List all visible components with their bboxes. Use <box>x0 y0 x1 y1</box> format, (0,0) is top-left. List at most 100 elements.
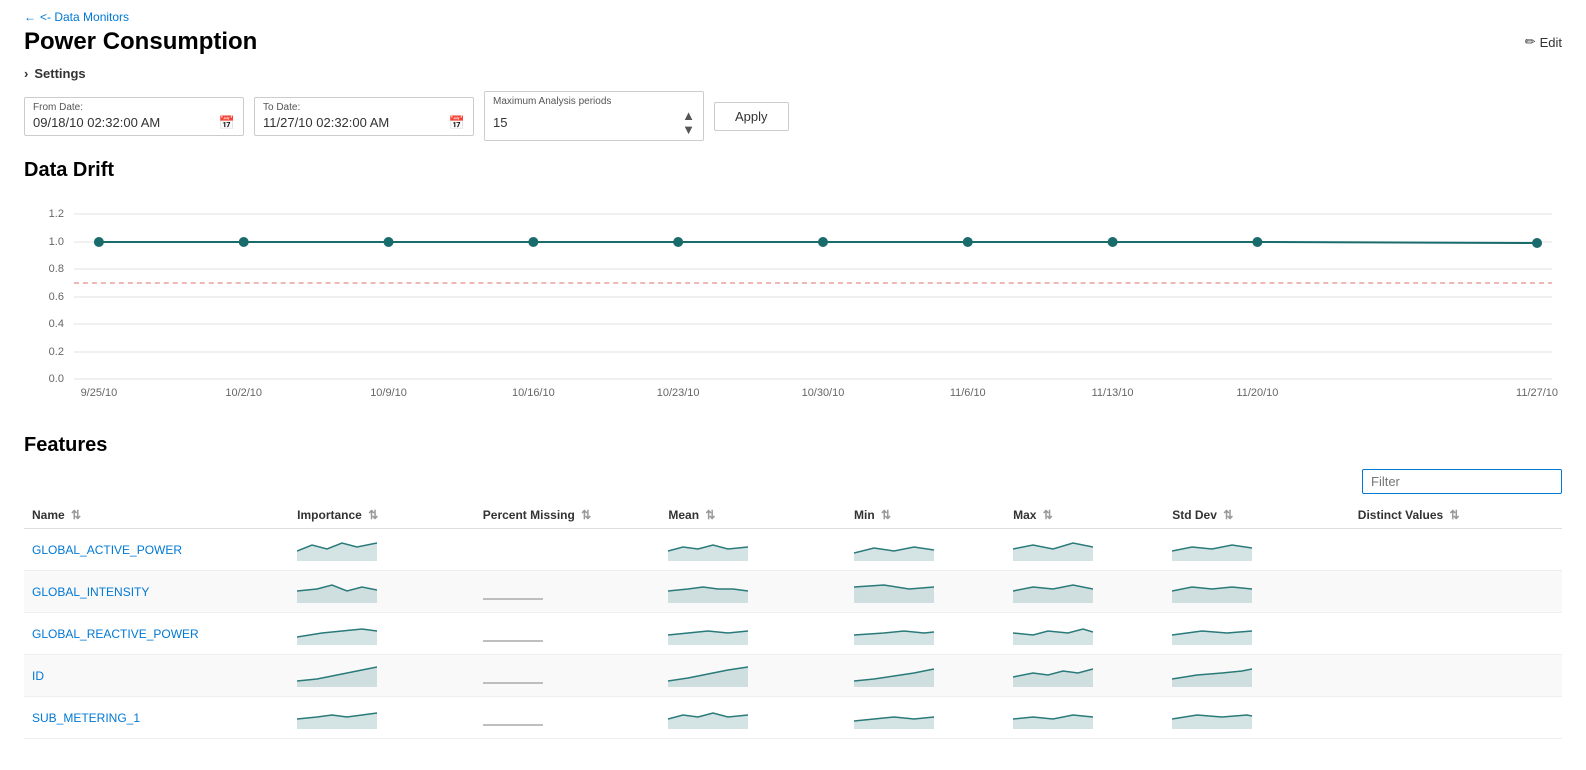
analysis-periods-label: Maximum Analysis periods <box>493 96 695 107</box>
svg-text:0.8: 0.8 <box>49 263 64 275</box>
feature-distinct-values-cell <box>1350 571 1562 613</box>
feature-mean-cell <box>660 613 846 655</box>
feature-percent-missing-cell <box>475 529 661 571</box>
svg-text:11/27/10: 11/27/10 <box>1516 387 1558 399</box>
filter-input[interactable] <box>1362 469 1562 494</box>
feature-max-cell <box>1005 655 1164 697</box>
feature-name-cell[interactable]: SUB_METERING_1 <box>24 697 289 739</box>
col-header-distinct-values[interactable]: Distinct Values ⇅ <box>1350 502 1562 529</box>
svg-text:0.2: 0.2 <box>49 346 64 358</box>
back-link[interactable]: ← <- Data Monitors <box>24 0 1562 28</box>
col-header-max[interactable]: Max ⇅ <box>1005 502 1164 529</box>
feature-percent-missing-cell <box>475 697 661 739</box>
drift-chart-svg: 1.2 1.0 0.8 0.6 0.4 0.2 0.0 <box>24 194 1562 404</box>
edit-icon: ✏ <box>1525 34 1536 50</box>
svg-text:10/23/10: 10/23/10 <box>657 387 700 399</box>
edit-button[interactable]: ✏ Edit <box>1525 34 1562 50</box>
page-title: Power Consumption <box>24 28 257 56</box>
feature-name-cell[interactable]: GLOBAL_REACTIVE_POWER <box>24 613 289 655</box>
feature-max-cell <box>1005 697 1164 739</box>
sort-distinct-icon[interactable]: ⇅ <box>1450 508 1460 522</box>
table-row: ID <box>24 655 1562 697</box>
table-row: GLOBAL_INTENSITY <box>24 571 1562 613</box>
svg-text:11/6/10: 11/6/10 <box>950 387 986 399</box>
feature-min-cell <box>846 697 1005 739</box>
feature-name-cell[interactable]: GLOBAL_ACTIVE_POWER <box>24 529 289 571</box>
svg-text:10/2/10: 10/2/10 <box>225 387 262 399</box>
feature-importance-cell <box>289 529 475 571</box>
settings-header[interactable]: › Settings <box>24 66 1562 81</box>
feature-distinct-values-cell <box>1350 697 1562 739</box>
to-date-label: To Date: <box>263 102 465 113</box>
col-header-percent-missing[interactable]: Percent Missing ⇅ <box>475 502 661 529</box>
filter-row <box>24 469 1562 494</box>
svg-text:1.0: 1.0 <box>49 236 64 248</box>
settings-chevron: › <box>24 66 28 81</box>
table-row: SUB_METERING_1 <box>24 697 1562 739</box>
to-date-value: 11/27/10 02:32:00 AM <box>263 115 389 130</box>
from-date-field[interactable]: From Date: 09/18/10 02:32:00 AM 📅 <box>24 97 244 136</box>
settings-label: Settings <box>34 66 85 81</box>
to-date-calendar-icon[interactable]: 📅 <box>449 115 465 131</box>
feature-distinct-values-cell <box>1350 613 1562 655</box>
back-link-label: <- Data Monitors <box>40 10 129 24</box>
from-date-value: 09/18/10 02:32:00 AM <box>33 115 160 130</box>
col-header-importance[interactable]: Importance ⇅ <box>289 502 475 529</box>
svg-text:10/16/10: 10/16/10 <box>512 387 555 399</box>
sort-stddev-icon[interactable]: ⇅ <box>1223 508 1233 522</box>
feature-importance-cell <box>289 571 475 613</box>
data-drift-title: Data Drift <box>24 159 1562 182</box>
feature-name-cell[interactable]: GLOBAL_INTENSITY <box>24 571 289 613</box>
feature-importance-cell <box>289 655 475 697</box>
svg-text:10/9/10: 10/9/10 <box>370 387 407 399</box>
analysis-periods-value: 15 <box>493 115 507 130</box>
feature-percent-missing-cell <box>475 655 661 697</box>
sort-mean-icon[interactable]: ⇅ <box>705 508 715 522</box>
to-date-field[interactable]: To Date: 11/27/10 02:32:00 AM 📅 <box>254 97 474 136</box>
analysis-spinners[interactable]: ▲ ▼ <box>682 109 695 136</box>
feature-min-cell <box>846 655 1005 697</box>
analysis-periods-field[interactable]: Maximum Analysis periods 15 ▲ ▼ <box>484 91 704 141</box>
feature-std-dev-cell <box>1164 613 1350 655</box>
svg-text:0.4: 0.4 <box>49 318 64 330</box>
svg-text:1.2: 1.2 <box>49 208 64 220</box>
svg-text:10/30/10: 10/30/10 <box>802 387 845 399</box>
feature-mean-cell <box>660 697 846 739</box>
feature-mean-cell <box>660 655 846 697</box>
from-date-calendar-icon[interactable]: 📅 <box>219 115 235 131</box>
feature-std-dev-cell <box>1164 571 1350 613</box>
features-table: Name ⇅ Importance ⇅ Percent Missing ⇅ Me… <box>24 502 1562 739</box>
sort-importance-icon[interactable]: ⇅ <box>368 508 378 522</box>
sort-name-icon[interactable]: ⇅ <box>71 508 81 522</box>
edit-label: Edit <box>1540 35 1562 50</box>
feature-std-dev-cell <box>1164 655 1350 697</box>
feature-mean-cell <box>660 529 846 571</box>
feature-distinct-values-cell <box>1350 655 1562 697</box>
sort-min-icon[interactable]: ⇅ <box>881 508 891 522</box>
feature-importance-cell <box>289 697 475 739</box>
feature-distinct-values-cell <box>1350 529 1562 571</box>
feature-importance-cell <box>289 613 475 655</box>
apply-button[interactable]: Apply <box>714 102 789 131</box>
svg-text:11/20/10: 11/20/10 <box>1236 387 1278 399</box>
svg-text:9/25/10: 9/25/10 <box>81 387 118 399</box>
feature-percent-missing-cell <box>475 571 661 613</box>
data-drift-chart: 1.2 1.0 0.8 0.6 0.4 0.2 0.0 <box>24 194 1562 404</box>
feature-name-cell[interactable]: ID <box>24 655 289 697</box>
spinner-up[interactable]: ▲ <box>682 109 695 122</box>
table-row: GLOBAL_REACTIVE_POWER <box>24 613 1562 655</box>
col-header-mean[interactable]: Mean ⇅ <box>660 502 846 529</box>
sort-percent-icon[interactable]: ⇅ <box>581 508 591 522</box>
feature-std-dev-cell <box>1164 529 1350 571</box>
back-arrow: ← <box>24 10 36 24</box>
feature-min-cell <box>846 571 1005 613</box>
col-header-std-dev[interactable]: Std Dev ⇅ <box>1164 502 1350 529</box>
spinner-down[interactable]: ▼ <box>682 123 695 136</box>
table-row: GLOBAL_ACTIVE_POWER <box>24 529 1562 571</box>
svg-text:0.0: 0.0 <box>49 373 64 385</box>
features-title: Features <box>24 434 1562 457</box>
feature-min-cell <box>846 529 1005 571</box>
col-header-min[interactable]: Min ⇅ <box>846 502 1005 529</box>
col-header-name[interactable]: Name ⇅ <box>24 502 289 529</box>
sort-max-icon[interactable]: ⇅ <box>1043 508 1053 522</box>
